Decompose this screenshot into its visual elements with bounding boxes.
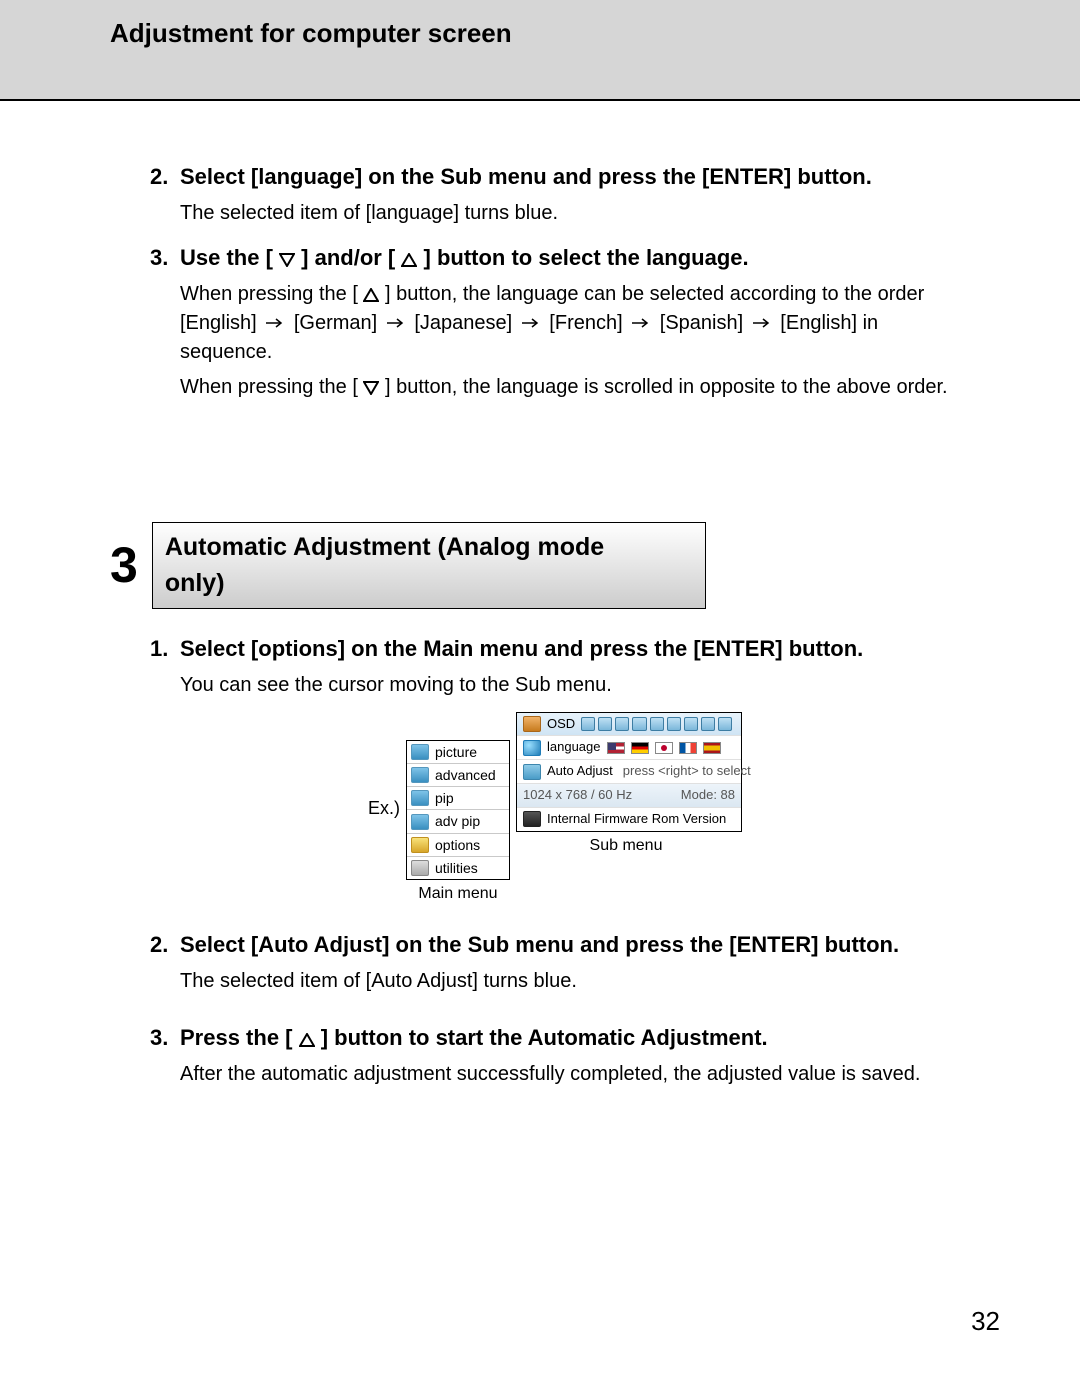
step-3-desc-1: When pressing the [ ] button, the langua… (180, 280, 960, 367)
picture-icon (411, 814, 429, 830)
osd-tab-icon (632, 717, 646, 731)
osd-tab-icon (684, 717, 698, 731)
triangle-up-icon (363, 288, 379, 302)
page-number: 32 (971, 1306, 1000, 1337)
osd-main-menu: picture advanced pip adv pip options uti… (406, 740, 510, 881)
picture-icon (411, 790, 429, 806)
osd-icon (523, 716, 541, 732)
adjust-icon (523, 764, 541, 780)
picture-icon (411, 767, 429, 783)
triangle-up-icon (401, 253, 417, 267)
menu-item-options: options (407, 834, 509, 857)
triangle-down-icon (363, 381, 379, 395)
osd-tab-icon (718, 717, 732, 731)
step-number: 2. (150, 929, 180, 996)
page-content: 2. Select [language] on the Sub menu and… (0, 101, 1080, 1089)
question-icon (411, 837, 429, 853)
step-number: 1. (150, 633, 180, 700)
page-header: Adjustment for computer screen (0, 0, 1080, 101)
sec3-step1-desc: You can see the cursor moving to the Sub… (180, 671, 960, 700)
flag-us-icon (607, 742, 625, 754)
triangle-down-icon (279, 253, 295, 267)
step-2-language: 2. Select [language] on the Sub menu and… (150, 161, 960, 228)
sec3-step3-desc: After the automatic adjustment successfu… (180, 1060, 960, 1089)
osd-tab-icon (701, 717, 715, 731)
step-number: 3. (150, 242, 180, 402)
sub-menu-caption: Sub menu (590, 834, 663, 857)
page-title: Adjustment for computer screen (110, 18, 1080, 49)
osd-row-language: language (517, 736, 741, 760)
arrow-right-icon (753, 318, 771, 328)
osd-row-resolution: 1024 x 768 / 60 Hz Mode: 88 (517, 784, 741, 808)
flag-jp-icon (655, 742, 673, 754)
osd-tab-icon (598, 717, 612, 731)
osd-tab-icon (581, 717, 595, 731)
menu-item-picture: picture (407, 741, 509, 764)
osd-top-row: OSD (517, 713, 741, 737)
section-title: Automatic Adjustment (Analog mode only) (152, 522, 706, 609)
osd-illustration: Ex.) picture advanced pip adv pip option… (150, 712, 960, 906)
osd-row-firmware: Internal Firmware Rom Version (517, 808, 741, 831)
arrow-right-icon (387, 318, 405, 328)
flag-fr-icon (679, 742, 697, 754)
step-2-desc: The selected item of [language] turns bl… (180, 199, 960, 228)
menu-item-advanced: advanced (407, 764, 509, 787)
utilities-icon (411, 860, 429, 876)
osd-tab-icon (650, 717, 664, 731)
sec3-step2-desc: The selected item of [Auto Adjust] turns… (180, 967, 960, 996)
sec3-step-3: 3. Press the [ ] button to start the Aut… (150, 1022, 960, 1089)
osd-sub-menu: OSD language Auto Adjust (516, 712, 742, 832)
section-3-header: 3 Automatic Adjustment (Analog mode only… (110, 522, 960, 609)
step-3-select-language: 3. Use the [ ] and/or [ ] button to sele… (150, 242, 960, 402)
osd-tab-icon (667, 717, 681, 731)
step-number: 2. (150, 161, 180, 228)
triangle-up-icon (299, 1033, 315, 1047)
flag-de-icon (631, 742, 649, 754)
section-number: 3 (110, 529, 138, 602)
menu-item-utilities: utilities (407, 857, 509, 879)
sub-menu-column: OSD language Auto Adjust (510, 712, 742, 857)
osd-row-auto-adjust: Auto Adjust press <right> to select (517, 760, 741, 784)
arrow-right-icon (522, 318, 540, 328)
osd-tab-icon (615, 717, 629, 731)
menu-item-adv-pip: adv pip (407, 810, 509, 833)
step-number: 3. (150, 1022, 180, 1089)
example-label: Ex.) (368, 795, 400, 821)
main-menu-column: picture advanced pip adv pip options uti… (406, 712, 510, 906)
firmware-icon (523, 811, 541, 827)
arrow-right-icon (632, 318, 650, 328)
main-menu-caption: Main menu (418, 882, 497, 905)
picture-icon (411, 744, 429, 760)
step-3-desc-2: When pressing the [ ] button, the langua… (180, 373, 960, 402)
sec3-step-1: 1. Select [options] on the Main menu and… (150, 633, 960, 700)
arrow-right-icon (266, 318, 284, 328)
sec3-step-2: 2. Select [Auto Adjust] on the Sub menu … (150, 929, 960, 996)
manual-page: Adjustment for computer screen 2. Select… (0, 0, 1080, 1397)
menu-item-pip: pip (407, 787, 509, 810)
globe-icon (523, 740, 541, 756)
flag-es-icon (703, 742, 721, 754)
